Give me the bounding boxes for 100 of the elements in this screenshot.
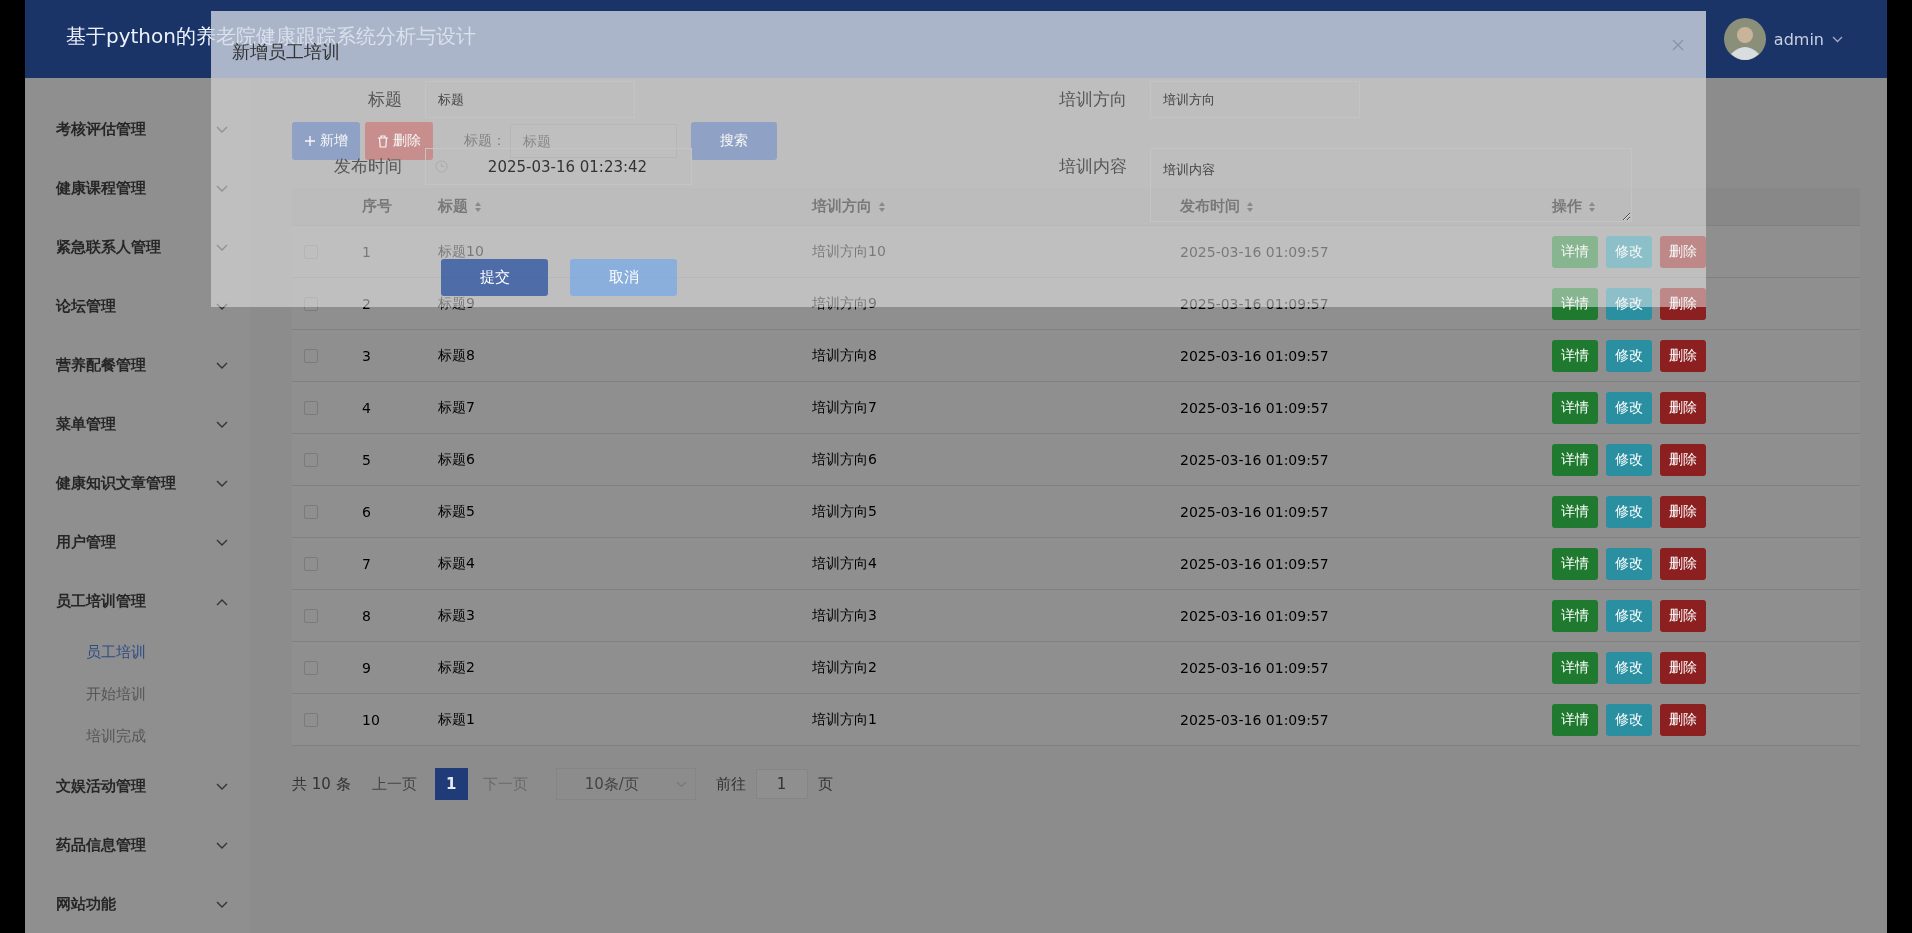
table-cell-text: 培训方向7	[811, 398, 878, 417]
user-name[interactable]: admin	[1773, 29, 1824, 49]
table-cell-text: 2025-03-16 01:09:57	[1179, 295, 1330, 312]
edit-button[interactable]: 修改	[1606, 703, 1652, 736]
text-field[interactable]: 标题	[425, 81, 635, 118]
menu-item[interactable]: 考核评估管理	[25, 100, 250, 159]
table-cell-text: 9	[361, 659, 372, 676]
table-cell-text: 2025-03-16 01:09:57	[1179, 347, 1330, 364]
detail-button[interactable]: 详情	[1552, 495, 1598, 528]
delete-button[interactable]: 删除	[1660, 235, 1706, 268]
menu-item[interactable]: 论坛管理	[25, 277, 250, 336]
submenu-item[interactable]: 开始培训	[25, 673, 250, 715]
table-cell-text: 标题10	[437, 242, 485, 261]
delete-button[interactable]: 删除	[1660, 651, 1706, 684]
delete-button[interactable]: 删除	[1660, 495, 1706, 528]
edit-button[interactable]: 修改	[1606, 339, 1652, 372]
caret-icon[interactable]	[1832, 35, 1843, 43]
avatar-icon[interactable]	[1723, 18, 1766, 60]
submenu-item[interactable]: 员工培训	[25, 631, 250, 673]
table-cell-text: 5	[361, 451, 372, 468]
sort-icon[interactable]	[1246, 200, 1254, 213]
detail-button[interactable]: 详情	[1552, 599, 1598, 632]
table-cell-text: 标题3	[437, 606, 476, 625]
sort-icon[interactable]	[474, 200, 482, 213]
close-icon[interactable]	[1672, 38, 1684, 51]
detail-button[interactable]: 详情	[1552, 391, 1598, 424]
delete-button[interactable]: 删除	[1660, 287, 1706, 320]
delete-button[interactable]: 删除	[1660, 391, 1706, 424]
detail-button[interactable]: 详情	[1552, 339, 1598, 372]
edit-button[interactable]: 修改	[1606, 599, 1652, 632]
table-cell-text: 2025-03-16 01:09:57	[1179, 243, 1330, 260]
table-cell-text: 培训方向3	[811, 606, 878, 625]
detail-button[interactable]: 详情	[1552, 547, 1598, 580]
field-label: 培训方向	[1058, 88, 1128, 111]
menu-item[interactable]: 菜单管理	[25, 395, 250, 454]
menu-item[interactable]: 文娱活动管理	[25, 757, 250, 816]
search-button[interactable]: 搜索	[691, 122, 777, 160]
table-cell-text: 2025-03-16 01:09:57	[1179, 503, 1330, 520]
field-label: 培训内容	[1058, 155, 1128, 178]
table-cell-text: 培训方向9	[811, 294, 878, 313]
table-cell-text: 标题8	[437, 346, 476, 365]
table-cell-text: 1	[361, 243, 372, 260]
table-cell-text: 标题7	[437, 398, 476, 417]
trash-icon	[377, 134, 389, 148]
delete-button[interactable]: 删除	[1660, 547, 1706, 580]
table-cell-text: 标题9	[437, 294, 476, 313]
table-cell-text: 培训方向8	[811, 346, 878, 365]
delete-button[interactable]: 删除	[1660, 339, 1706, 372]
table-cell-text: 培训方向5	[811, 502, 878, 521]
table-cell-text: 2	[361, 295, 372, 312]
sort-icon[interactable]	[878, 200, 886, 213]
page-suffix: 页	[817, 774, 833, 794]
edit-button[interactable]: 修改	[1606, 651, 1652, 684]
submenu-item[interactable]: 培训完成	[25, 715, 250, 757]
table-cell-text: 6	[361, 503, 372, 520]
edit-button[interactable]: 修改	[1606, 443, 1652, 476]
delete-button[interactable]: 删除	[1660, 599, 1706, 632]
table-cell-text: 7	[361, 555, 372, 572]
table-cell-text: 标题6	[437, 450, 476, 469]
table-cell-text: 8	[361, 607, 372, 624]
table-cell-text: 培训方向2	[811, 658, 878, 677]
prev-page-link[interactable]: 上一页	[371, 774, 417, 794]
detail-button[interactable]: 详情	[1552, 651, 1598, 684]
delete-button[interactable]: 删除	[1660, 703, 1706, 736]
page-input[interactable]: 1	[755, 769, 808, 799]
page-size-select[interactable]: 10条/页	[555, 768, 696, 800]
sort-icon[interactable]	[1588, 200, 1596, 213]
table-cell-text: 3	[361, 347, 372, 364]
table-cell-text: 2025-03-16 01:09:57	[1179, 607, 1330, 624]
delete-button[interactable]: 删除	[1660, 443, 1706, 476]
table-cell-text: 2025-03-16 01:09:57	[1179, 555, 1330, 572]
goto-label: 前往	[715, 774, 746, 794]
total-count: 共 10 条	[292, 774, 351, 794]
table-cell-text: 2025-03-16 01:09:57	[1179, 451, 1330, 468]
text-field[interactable]: 培训方向	[1150, 81, 1360, 118]
menu-item[interactable]: 员工培训管理	[25, 572, 250, 631]
submit-button[interactable]: 提交	[441, 259, 548, 296]
table-cell-text: 2025-03-16 01:09:57	[1179, 659, 1330, 676]
table-cell-text: 培训方向6	[811, 450, 878, 469]
edit-button[interactable]: 修改	[1606, 391, 1652, 424]
table-cell-text: 2025-03-16 01:09:57	[1179, 711, 1330, 728]
table-cell-text: 10	[361, 711, 381, 728]
page-number[interactable]: 1	[434, 768, 468, 800]
menu-item[interactable]: 药品信息管理	[25, 816, 250, 875]
table-cell-text: 培训方向4	[811, 554, 878, 573]
menu-item[interactable]: 营养配餐管理	[25, 336, 250, 395]
detail-button[interactable]: 详情	[1552, 703, 1598, 736]
table-cell-text: 培训方向10	[811, 242, 887, 261]
plus-icon	[304, 135, 316, 147]
row-checkbox[interactable]	[304, 296, 318, 311]
menu-item[interactable]: 网站功能	[25, 875, 250, 933]
detail-button[interactable]: 详情	[1552, 443, 1598, 476]
menu-item[interactable]: 健康课程管理	[25, 159, 250, 218]
table-cell-text: 标题4	[437, 554, 476, 573]
edit-button[interactable]: 修改	[1606, 547, 1652, 580]
edit-button[interactable]: 修改	[1606, 495, 1652, 528]
datetime-field[interactable]: 2025-03-16 01:23:42	[425, 148, 692, 185]
menu-item[interactable]: 健康知识文章管理	[25, 454, 250, 513]
menu-item[interactable]: 用户管理	[25, 513, 250, 572]
menu-item[interactable]: 紧急联系人管理	[25, 218, 250, 277]
